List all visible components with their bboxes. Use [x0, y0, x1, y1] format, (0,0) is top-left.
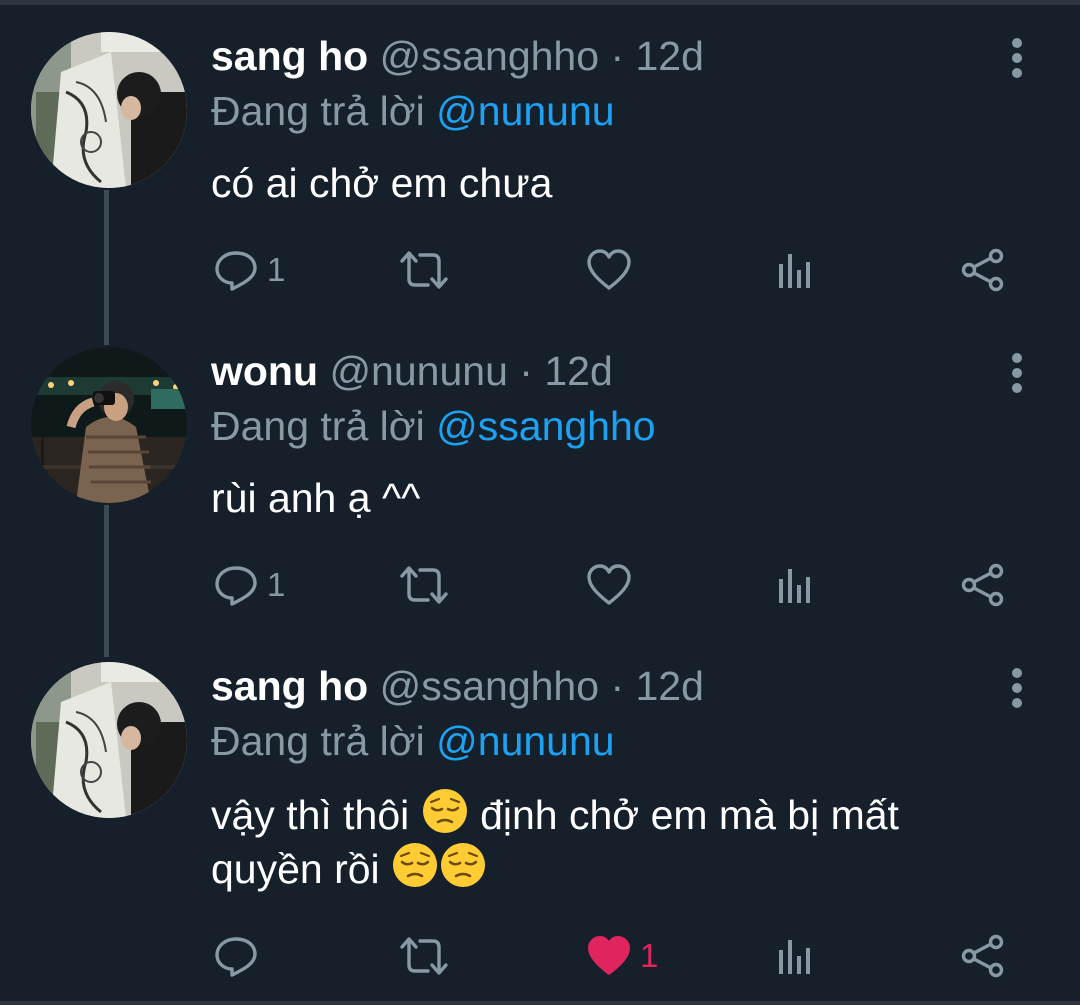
- pensive-face-emoji: [422, 789, 467, 833]
- tweet-actions: 1: [0, 240, 1080, 300]
- reply-context: Đang trả lời @ssanghho: [211, 400, 656, 452]
- retweet-icon: [400, 566, 448, 604]
- analytics-button[interactable]: [777, 240, 815, 300]
- reply-button[interactable]: 1: [213, 240, 285, 300]
- share-icon: [961, 934, 1004, 978]
- retweet-button[interactable]: [398, 555, 450, 615]
- analytics-button[interactable]: [777, 555, 815, 615]
- heart-icon: [587, 564, 631, 605]
- reply-prefix: Đang trả lời: [211, 88, 425, 134]
- tweet-text-part: quyền rồi: [211, 846, 380, 892]
- share-button[interactable]: [960, 555, 1006, 615]
- avatar[interactable]: [31, 347, 187, 503]
- separator-dot: ·: [519, 348, 533, 394]
- reply-context: Đang trả lời @nununu: [211, 85, 615, 137]
- tweet[interactable]: sang ho @ssanghho · 12d Đang trả lời @nu…: [0, 630, 1080, 1000]
- more-vertical-icon[interactable]: [1003, 38, 1031, 78]
- share-icon: [961, 248, 1004, 292]
- reply-context: Đang trả lời @nununu: [211, 715, 615, 767]
- reply-prefix: Đang trả lời: [211, 403, 425, 449]
- share-button[interactable]: [960, 240, 1006, 300]
- like-button[interactable]: [586, 555, 632, 615]
- author-handle[interactable]: @ssanghho: [380, 663, 599, 709]
- author-name[interactable]: sang ho: [211, 663, 368, 709]
- reply-mention[interactable]: @nununu: [436, 718, 614, 764]
- analytics-button[interactable]: [777, 926, 815, 986]
- author-name[interactable]: wonu: [211, 348, 318, 394]
- more-vertical-icon[interactable]: [1003, 668, 1031, 708]
- like-button[interactable]: [586, 240, 632, 300]
- heart-icon: [588, 936, 630, 975]
- analytics-icon: [779, 569, 810, 603]
- avatar[interactable]: [31, 662, 187, 818]
- analytics-icon: [779, 940, 810, 974]
- author-name[interactable]: sang ho: [211, 33, 368, 79]
- pensive-face-emoji: [393, 843, 438, 887]
- reply-count: 1: [267, 251, 286, 288]
- reply-mention[interactable]: @nununu: [436, 88, 614, 134]
- reply-icon: [215, 937, 257, 977]
- like-count: 1: [640, 937, 659, 974]
- tweet-text-part: vậy thì thôi: [211, 792, 410, 838]
- reply-button[interactable]: 1: [213, 555, 285, 615]
- timestamp[interactable]: 12d: [544, 348, 612, 394]
- tweet-text-part: định chở em mà bị mất: [480, 792, 899, 838]
- retweet-icon: [400, 937, 448, 975]
- like-button[interactable]: 1: [586, 926, 658, 986]
- tweet-text: rùi anh ạ ^^: [211, 475, 421, 521]
- separator-dot: ·: [610, 33, 625, 79]
- author-handle[interactable]: @nununu: [329, 348, 507, 394]
- separator-dot: ·: [610, 663, 625, 709]
- reply-icon: [215, 566, 257, 606]
- reply-mention[interactable]: @ssanghho: [436, 403, 655, 449]
- heart-icon: [587, 249, 631, 290]
- bottom-divider: [0, 1001, 1080, 1005]
- retweet-button[interactable]: [398, 240, 450, 300]
- tweet[interactable]: wonu @nununu · 12d Đang trả lời @ssanghh…: [0, 315, 1080, 635]
- analytics-icon: [779, 254, 810, 288]
- timestamp[interactable]: 12d: [636, 663, 704, 709]
- share-icon: [961, 563, 1004, 607]
- reply-count: 1: [267, 566, 286, 603]
- author-handle[interactable]: @ssanghho: [380, 33, 599, 79]
- retweet-icon: [400, 251, 448, 289]
- share-button[interactable]: [960, 926, 1006, 986]
- reply-button[interactable]: [213, 926, 267, 986]
- avatar[interactable]: [31, 32, 187, 188]
- tweet-actions: 1: [0, 926, 1080, 986]
- tweet-text: vậy thì thôi định chở em mà bị mất quyền…: [211, 787, 1031, 895]
- pensive-face-emoji: [441, 843, 486, 887]
- timestamp[interactable]: 12d: [636, 33, 704, 79]
- retweet-button[interactable]: [398, 926, 450, 986]
- tweet-actions: 1: [0, 555, 1080, 615]
- tweet-text: có ai chở em chưa: [211, 160, 553, 206]
- tweet[interactable]: sang ho @ssanghho · 12d Đang trả lời @nu…: [0, 0, 1080, 320]
- reply-prefix: Đang trả lời: [211, 718, 425, 764]
- more-vertical-icon[interactable]: [1003, 353, 1031, 393]
- reply-icon: [215, 251, 257, 291]
